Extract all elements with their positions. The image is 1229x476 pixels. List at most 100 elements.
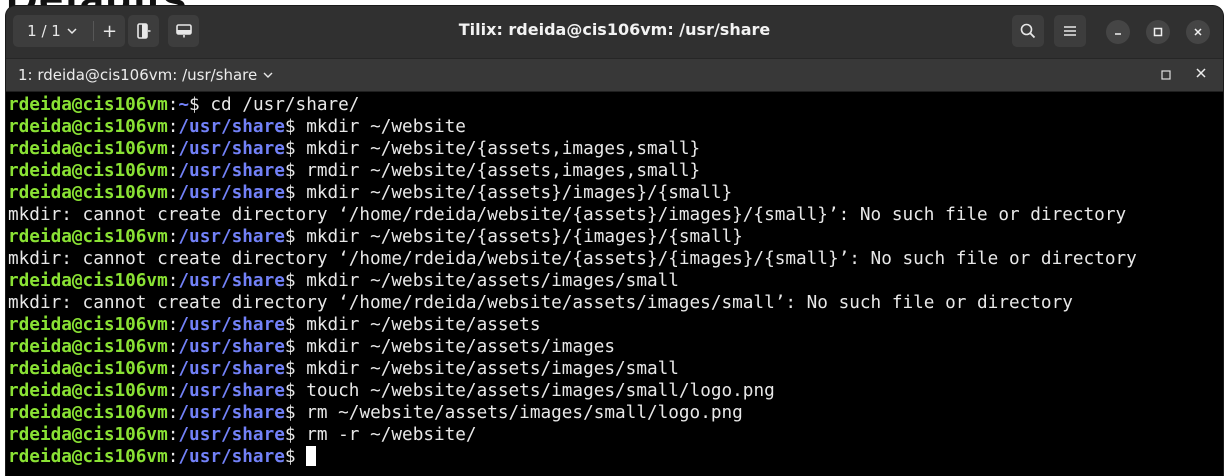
prompt-symbol: $	[189, 95, 211, 115]
prompt-separator: :	[167, 271, 179, 291]
output-text: mkdir: cannot create directory ‘/home/rd…	[8, 249, 1137, 269]
prompt-user: rdeida@cis106vm	[8, 139, 168, 159]
prompt-symbol: $	[284, 425, 307, 445]
prompt-symbol: $	[284, 271, 307, 291]
prompt-line: rdeida@cis106vm:/usr/share$ mkdir ~/webs…	[8, 358, 1223, 380]
prompt-user: rdeida@cis106vm	[8, 403, 168, 423]
prompt-user: rdeida@cis106vm	[8, 447, 168, 467]
terminal-title-label: 1: rdeida@cis106vm: /usr/share	[18, 66, 258, 84]
output-text: mkdir: cannot create directory ‘/home/rd…	[8, 205, 1127, 225]
chevron-down-icon	[263, 72, 273, 79]
prompt-separator: :	[167, 315, 179, 335]
prompt-separator: :	[167, 183, 179, 203]
command-text: rmdir ~/website/{assets,images,small}	[306, 161, 701, 181]
prompt-symbol: $	[284, 183, 307, 203]
prompt-separator: :	[167, 403, 179, 423]
maximize-terminal-button[interactable]	[1161, 70, 1171, 80]
prompt-separator: :	[167, 337, 179, 357]
output-line: mkdir: cannot create directory ‘/home/rd…	[8, 292, 1223, 314]
terminal-tab-bar: 1: rdeida@cis106vm: /usr/share	[6, 58, 1223, 92]
hamburger-menu-icon	[1063, 25, 1077, 37]
main-menu-button[interactable]	[1054, 15, 1086, 47]
command-text: mkdir ~/website/assets/images	[306, 337, 616, 357]
prompt-user: rdeida@cis106vm	[8, 271, 168, 291]
output-line: mkdir: cannot create directory ‘/home/rd…	[8, 248, 1223, 270]
prompt-user: rdeida@cis106vm	[8, 315, 168, 335]
prompt-path: ~	[178, 95, 190, 115]
terminal-window: 1 / 1 + Tilix: rdeida@cis106vm: /usr/sha…	[6, 6, 1223, 476]
prompt-path: /usr/share	[178, 161, 285, 181]
prompt-separator: :	[167, 95, 179, 115]
command-text: mkdir ~/website/assets	[306, 315, 541, 335]
terminal-title-dropdown[interactable]: 1: rdeida@cis106vm: /usr/share	[18, 66, 273, 84]
command-text: mkdir ~/website/assets/images/small	[306, 359, 679, 379]
command-text: rm -r ~/website/	[306, 425, 477, 445]
maximize-icon	[1161, 70, 1171, 80]
prompt-separator: :	[167, 425, 179, 445]
prompt-symbol: $	[284, 337, 307, 357]
prompt-line: rdeida@cis106vm:/usr/share$ rmdir ~/webs…	[8, 160, 1223, 182]
prompt-line: rdeida@cis106vm:/usr/share$ mkdir ~/webs…	[8, 226, 1223, 248]
close-window-button[interactable]	[1186, 20, 1210, 44]
prompt-line: rdeida@cis106vm:/usr/share$ rm -r ~/webs…	[8, 424, 1223, 446]
output-text: mkdir: cannot create directory ‘/home/rd…	[8, 293, 1073, 313]
prompt-separator: :	[167, 117, 179, 137]
prompt-path: /usr/share	[178, 403, 285, 423]
maximize-icon	[1153, 27, 1163, 37]
output-line: mkdir: cannot create directory ‘/home/rd…	[8, 204, 1223, 226]
prompt-user: rdeida@cis106vm	[8, 227, 168, 247]
search-icon	[1020, 23, 1036, 39]
prompt-path: /usr/share	[178, 183, 285, 203]
terminal-output[interactable]: rdeida@cis106vm:~$ cd /usr/share/rdeida@…	[6, 92, 1223, 476]
prompt-user: rdeida@cis106vm	[8, 359, 168, 379]
prompt-line: rdeida@cis106vm:/usr/share$	[8, 446, 1223, 468]
prompt-symbol: $	[284, 161, 307, 181]
prompt-symbol: $	[284, 447, 307, 467]
prompt-user: rdeida@cis106vm	[8, 381, 168, 401]
prompt-line: rdeida@cis106vm:/usr/share$ touch ~/webs…	[8, 380, 1223, 402]
prompt-line: rdeida@cis106vm:/usr/share$ mkdir ~/webs…	[8, 182, 1223, 204]
prompt-separator: :	[167, 381, 179, 401]
prompt-path: /usr/share	[178, 425, 285, 445]
command-text: mkdir ~/website/assets/images/small	[306, 271, 679, 291]
command-text: mkdir ~/website/{assets}/images}/{small}	[306, 183, 733, 203]
close-icon	[1193, 27, 1203, 37]
prompt-symbol: $	[284, 227, 307, 247]
prompt-path: /usr/share	[178, 139, 285, 159]
command-text: touch ~/website/assets/images/small/logo…	[306, 381, 775, 401]
search-button[interactable]	[1012, 15, 1044, 47]
minimize-button[interactable]	[1106, 20, 1130, 44]
prompt-symbol: $	[284, 117, 307, 137]
prompt-path: /usr/share	[178, 337, 285, 357]
prompt-path: /usr/share	[178, 271, 285, 291]
title-bar: 1 / 1 + Tilix: rdeida@cis106vm: /usr/sha…	[6, 6, 1223, 58]
prompt-line: rdeida@cis106vm:/usr/share$ mkdir ~/webs…	[8, 314, 1223, 336]
prompt-symbol: $	[284, 359, 307, 379]
prompt-separator: :	[167, 227, 179, 247]
close-terminal-button[interactable]	[1195, 67, 1207, 79]
prompt-path: /usr/share	[178, 381, 285, 401]
command-text: mkdir ~/website/{assets}/{images}/{small…	[306, 227, 743, 247]
prompt-line: rdeida@cis106vm:/usr/share$ mkdir ~/webs…	[8, 270, 1223, 292]
prompt-line: rdeida@cis106vm:/usr/share$ mkdir ~/webs…	[8, 138, 1223, 160]
prompt-line: rdeida@cis106vm:/usr/share$ rm ~/website…	[8, 402, 1223, 424]
prompt-symbol: $	[284, 315, 307, 335]
minimize-icon	[1113, 27, 1123, 37]
prompt-separator: :	[167, 139, 179, 159]
prompt-symbol: $	[284, 139, 307, 159]
command-text: cd /usr/share/	[210, 95, 360, 115]
prompt-user: rdeida@cis106vm	[8, 183, 168, 203]
close-icon	[1195, 67, 1207, 79]
prompt-path: /usr/share	[178, 359, 285, 379]
prompt-user: rdeida@cis106vm	[8, 425, 168, 445]
prompt-symbol: $	[284, 403, 307, 423]
prompt-symbol: $	[284, 381, 307, 401]
prompt-path: /usr/share	[178, 227, 285, 247]
prompt-separator: :	[167, 447, 179, 467]
maximize-button[interactable]	[1146, 20, 1170, 44]
prompt-line: rdeida@cis106vm:/usr/share$ mkdir ~/webs…	[8, 116, 1223, 138]
prompt-path: /usr/share	[178, 447, 285, 467]
prompt-separator: :	[167, 359, 179, 379]
command-text: mkdir ~/website	[306, 117, 466, 137]
prompt-user: rdeida@cis106vm	[8, 117, 168, 137]
